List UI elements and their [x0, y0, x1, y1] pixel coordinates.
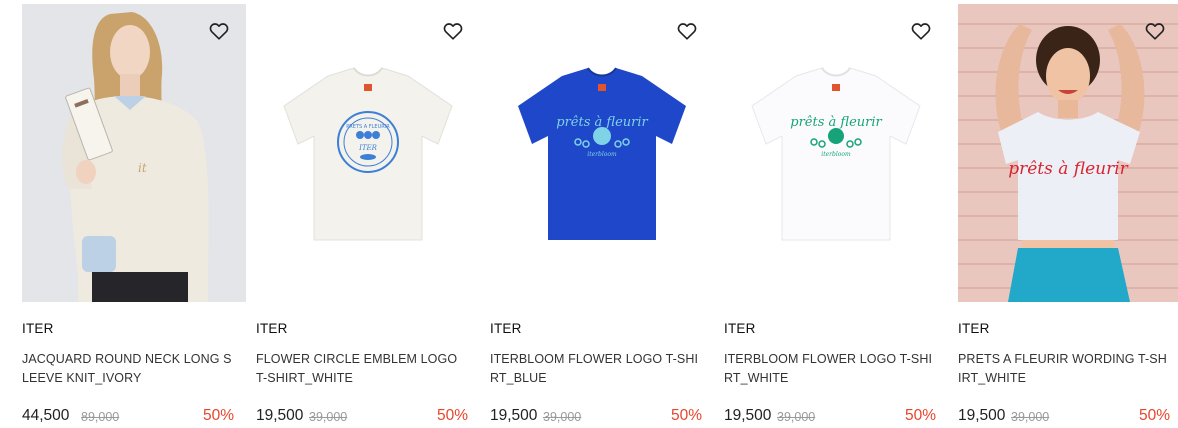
- heart-icon[interactable]: [676, 20, 698, 42]
- brand-name[interactable]: ITER: [958, 321, 990, 336]
- product-card[interactable]: prêts à fleurir ITER PRETS A FLEURIR WOR…: [958, 4, 1178, 428]
- product-card[interactable]: it ITER JACQUARD ROUND NECK LONG SLEEVE …: [22, 4, 246, 428]
- product-image[interactable]: prêts à fleurir: [958, 4, 1178, 302]
- white-tee-emblem-photo: PRETS A FLEURIR ITER: [256, 4, 480, 302]
- heart-icon[interactable]: [208, 20, 230, 42]
- sale-price: 19,500: [256, 407, 304, 424]
- original-price: 89,000: [81, 410, 120, 424]
- model-wording-tee-photo: prêts à fleurir: [958, 4, 1178, 302]
- price-row: 19,500 39,000 50%: [724, 407, 936, 427]
- model-knit-photo: it: [22, 4, 246, 302]
- product-card[interactable]: PRETS A FLEURIR ITER ITER FLOWER CIRCLE …: [256, 4, 480, 428]
- original-price: 39,000: [309, 410, 348, 424]
- price-row: 19,500 39,000 50%: [490, 407, 702, 427]
- product-name[interactable]: ITERBLOOM FLOWER LOGO T-SHIRT_BLUE: [490, 350, 702, 388]
- original-price: 39,000: [777, 410, 816, 424]
- product-name[interactable]: JACQUARD ROUND NECK LONG SLEEVE KNIT_IVO…: [22, 350, 234, 388]
- sale-price: 19,500: [490, 407, 538, 424]
- brand-name[interactable]: ITER: [490, 321, 522, 336]
- price-row: 19,500 39,000 50%: [958, 407, 1170, 427]
- print-sub-text: iterbloom: [587, 151, 617, 158]
- discount-rate: 50%: [1138, 407, 1170, 424]
- price-row: 44,500 89,000 50%: [22, 407, 234, 427]
- sale-price: 19,500: [724, 407, 772, 424]
- price-row: 19,500 39,000 50%: [256, 407, 468, 427]
- print-script-text: prêts à fleurir: [790, 115, 882, 130]
- product-name[interactable]: FLOWER CIRCLE EMBLEM LOGO T-SHIRT_WHITE: [256, 350, 468, 388]
- heart-icon[interactable]: [1144, 20, 1166, 42]
- brand-name[interactable]: ITER: [256, 321, 288, 336]
- product-image[interactable]: PRETS A FLEURIR ITER: [256, 4, 480, 302]
- svg-text:it: it: [138, 161, 147, 175]
- product-image[interactable]: it: [22, 4, 246, 302]
- discount-rate: 50%: [202, 407, 234, 424]
- discount-rate: 50%: [670, 407, 702, 424]
- discount-rate: 50%: [436, 407, 468, 424]
- product-card[interactable]: prêts à fleurir iterbloom ITER ITERBLOOM…: [724, 4, 948, 428]
- original-price: 39,000: [543, 410, 582, 424]
- product-image[interactable]: prêts à fleurir iterbloom: [724, 4, 948, 302]
- product-name[interactable]: ITERBLOOM FLOWER LOGO T-SHIRT_WHITE: [724, 350, 936, 388]
- sale-price: 44,500: [22, 407, 70, 424]
- emblem-top-text: PRETS A FLEURIR: [346, 124, 390, 130]
- white-tee-green-photo: prêts à fleurir iterbloom: [724, 4, 948, 302]
- heart-icon[interactable]: [910, 20, 932, 42]
- sale-price: 19,500: [958, 407, 1006, 424]
- product-name[interactable]: PRETS A FLEURIR WORDING T-SHIRT_WHITE: [958, 350, 1170, 388]
- print-sub-text: iterbloom: [821, 151, 851, 158]
- product-image[interactable]: prêts à fleurir iterbloom: [490, 4, 714, 302]
- print-wording-text: prêts à fleurir: [1008, 159, 1128, 179]
- product-card[interactable]: prêts à fleurir iterbloom ITER ITERBLOOM…: [490, 4, 714, 428]
- heart-icon[interactable]: [442, 20, 464, 42]
- brand-name[interactable]: ITER: [22, 321, 54, 336]
- blue-tee-photo: prêts à fleurir iterbloom: [490, 4, 714, 302]
- discount-rate: 50%: [904, 407, 936, 424]
- product-grid: it ITER JACQUARD ROUND NECK LONG SLEEVE …: [0, 0, 1178, 428]
- brand-name[interactable]: ITER: [724, 321, 756, 336]
- emblem-mid-text: ITER: [358, 144, 378, 152]
- original-price: 39,000: [1011, 410, 1050, 424]
